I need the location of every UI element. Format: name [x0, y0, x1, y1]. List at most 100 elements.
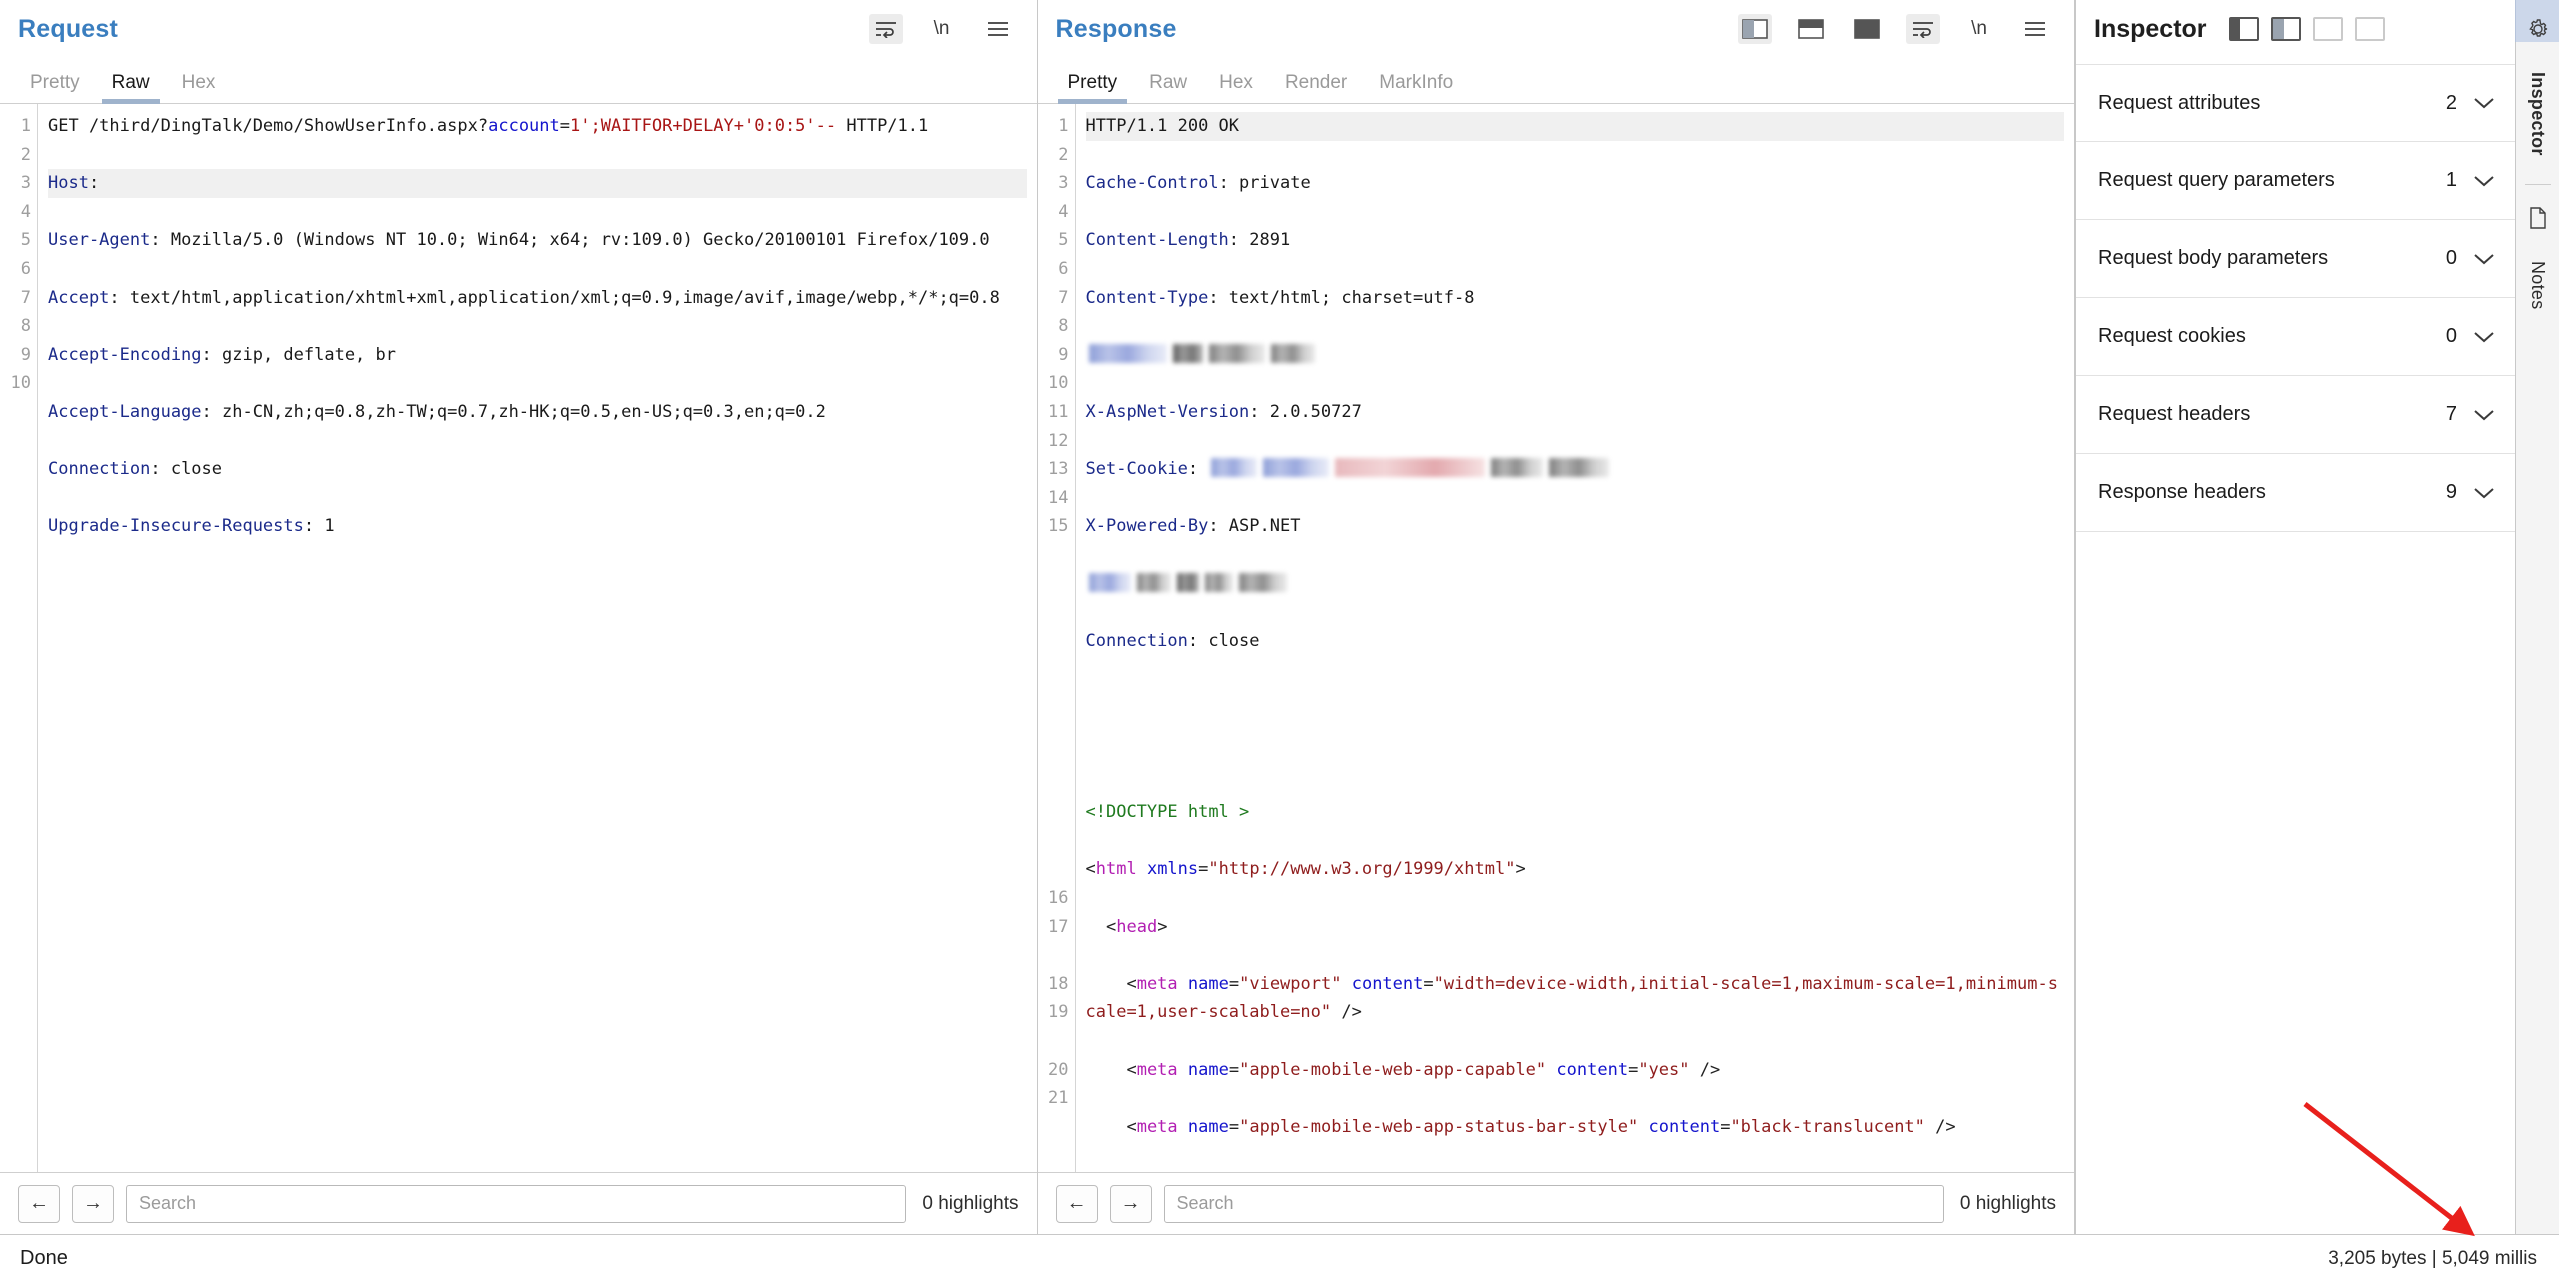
chevron-down-icon[interactable]: [2471, 480, 2497, 506]
request-line-number: 2: [20, 144, 31, 165]
response-search-input[interactable]: [1163, 1184, 1944, 1223]
layout-vertical-icon[interactable]: [1738, 14, 1772, 44]
response-code-line: <head>: [1085, 916, 1168, 937]
response-code-line: [1086, 741, 2065, 770]
response-code-line: X-Powered-By: ASP.NET: [1085, 516, 1301, 537]
inspector-row-count: 1: [2445, 169, 2457, 191]
inspector-row-request-headers[interactable]: Request headers 7: [2076, 376, 2515, 454]
request-panel: Request \n Pretty Raw Hex 1 2 3 4 5 6 7 8 9 10 GET …: [0, 0, 1038, 1234]
response-line-number: 8: [1058, 316, 1069, 337]
request-code[interactable]: GET /third/DingTalk/Demo/ShowUserInfo.as…: [38, 104, 1037, 1172]
response-line-number: 6: [1058, 258, 1069, 279]
inspector-row-response-headers[interactable]: Response headers 9: [2076, 454, 2515, 532]
request-line-number: 9: [20, 344, 31, 365]
search-prev-button[interactable]: ←: [1055, 1184, 1098, 1223]
search-next-button[interactable]: →: [1109, 1184, 1152, 1223]
request-code-line: [48, 570, 1027, 599]
response-line-number: [1042, 941, 1069, 970]
response-code-line: <html xmlns="http://www.w3.org/1999/xhtm…: [1085, 859, 1526, 880]
response-code-line: <meta name="apple-mobile-web-app-capable…: [1085, 1059, 1721, 1080]
request-highlights-count: 0 highlights: [922, 1192, 1019, 1214]
response-code-line: Content-Type: text/html; charset=utf-8: [1085, 287, 1475, 308]
status-metrics: 3,205 bytes | 5,049 millis: [2328, 1247, 2537, 1269]
redacted-block: [1176, 572, 1199, 592]
response-line-number: [1042, 798, 1069, 827]
redacted-block: [1335, 458, 1486, 478]
inspector-dock-hidden-icon[interactable]: [2312, 17, 2343, 41]
response-code-line: Connection: close: [1085, 630, 1260, 651]
response-line-number: 7: [1058, 287, 1069, 308]
chevron-down-icon[interactable]: [2471, 246, 2497, 272]
inspector-row-request-attributes[interactable]: Request attributes 2: [2076, 64, 2515, 142]
response-topbar: Response \n: [1038, 0, 2075, 58]
inspector-row-request-cookies[interactable]: Request cookies 0: [2076, 298, 2515, 376]
request-tab-raw[interactable]: Raw: [96, 68, 166, 104]
inspector-title: Inspector: [2094, 14, 2207, 43]
response-highlights-count: 0 highlights: [1959, 1192, 2056, 1214]
response-tab-render[interactable]: Render: [1269, 68, 1363, 103]
menu-icon[interactable]: [981, 14, 1015, 44]
response-title: Response: [1055, 14, 1177, 43]
response-line-number: [1042, 855, 1069, 884]
response-tabs: Pretty Raw Hex Render MarkInfo: [1037, 58, 2074, 104]
newline-icon[interactable]: \n: [1962, 14, 1996, 44]
request-code-line: Accept-Language: zh-CN,zh;q=0.8,zh-TW;q=…: [48, 401, 826, 422]
inspector-row-request-body-parameters[interactable]: Request body parameters 0: [2076, 220, 2515, 298]
request-tabs: Pretty Raw Hex: [0, 58, 1037, 104]
response-tab-hex[interactable]: Hex: [1203, 68, 1269, 103]
request-tab-pretty[interactable]: Pretty: [14, 68, 96, 103]
layout-full-icon[interactable]: [1850, 14, 1884, 44]
response-line-number-continuation: .: [1042, 770, 1069, 799]
response-line-number: 16: [1048, 888, 1069, 909]
rail-tab-notes[interactable]: Notes: [2525, 247, 2550, 324]
response-line-number: 15: [1048, 516, 1069, 537]
layout-horizontal-icon[interactable]: [1794, 14, 1828, 44]
chevron-down-icon[interactable]: [2471, 168, 2497, 194]
response-tab-markinfo[interactable]: MarkInfo: [1363, 68, 1469, 103]
inspector-dock-left-icon[interactable]: [2228, 17, 2259, 41]
chevron-down-icon[interactable]: [2471, 90, 2497, 116]
request-body-viewer[interactable]: 1 2 3 4 5 6 7 8 9 10 GET /third/DingTalk/Demo/Sho…: [0, 104, 1037, 1172]
response-tab-pretty[interactable]: Pretty: [1052, 68, 1134, 104]
menu-icon[interactable]: [2018, 14, 2052, 44]
redacted-block: [1136, 572, 1171, 592]
inspector-row-label: Request cookies: [2098, 325, 2246, 347]
rail-tab-inspector[interactable]: Inspector: [2525, 58, 2550, 170]
newline-icon[interactable]: \n: [925, 14, 959, 44]
inspector-dock-float-icon[interactable]: [2354, 17, 2385, 41]
request-line-numbers: 1 2 3 4 5 6 7 8 9 10: [0, 104, 38, 1172]
response-line-number: [1042, 541, 1069, 570]
response-tab-raw[interactable]: Raw: [1133, 68, 1203, 103]
response-line-number: [1042, 598, 1069, 627]
request-line-number: 10: [10, 373, 31, 394]
settings-gear-icon[interactable]: [2519, 10, 2557, 48]
inspector-row-label: Request query parameters: [2098, 169, 2335, 191]
redacted-block: [1088, 343, 1167, 363]
response-line-number: [1042, 655, 1069, 684]
inspector-dock-right-icon[interactable]: [2270, 17, 2301, 41]
search-next-button[interactable]: →: [72, 1184, 114, 1223]
status-bar: Done 3,205 bytes | 5,049 millis: [0, 1234, 2559, 1282]
word-wrap-icon[interactable]: [1906, 14, 1940, 44]
request-tab-hex[interactable]: Hex: [166, 68, 232, 103]
rail-divider: [2524, 183, 2551, 185]
response-body-viewer[interactable]: 123456789101112131415....16171819.2021. …: [1037, 104, 2075, 1172]
response-code-line: <meta name="apple-mobile-web-app-status-…: [1085, 1116, 1956, 1137]
request-search-bar: ← → 0 highlights: [0, 1172, 1037, 1234]
response-code-line: Set-Cookie:: [1086, 455, 2065, 484]
request-search-input[interactable]: [126, 1184, 907, 1223]
request-title: Request: [18, 14, 119, 43]
search-prev-button[interactable]: ←: [18, 1184, 60, 1223]
inspector-header: Inspector: [2076, 0, 2515, 58]
notes-page-icon[interactable]: [2519, 199, 2557, 237]
response-line-number: 17: [1048, 916, 1069, 937]
chevron-down-icon[interactable]: [2471, 324, 2497, 350]
inspector-row-request-query-parameters[interactable]: Request query parameters 1: [2076, 142, 2515, 220]
response-code[interactable]: HTTP/1.1 200 OK Cache-Control: private C…: [1076, 104, 2075, 1172]
word-wrap-icon[interactable]: [868, 14, 903, 44]
response-line-number: 11: [1048, 401, 1069, 422]
chevron-down-icon[interactable]: [2471, 402, 2497, 428]
response-code-line: X-AspNet-Version: 2.0.50727: [1085, 401, 1362, 422]
inspector-row-count: 0: [2445, 247, 2457, 269]
inspector-row-count: 2: [2445, 91, 2457, 114]
